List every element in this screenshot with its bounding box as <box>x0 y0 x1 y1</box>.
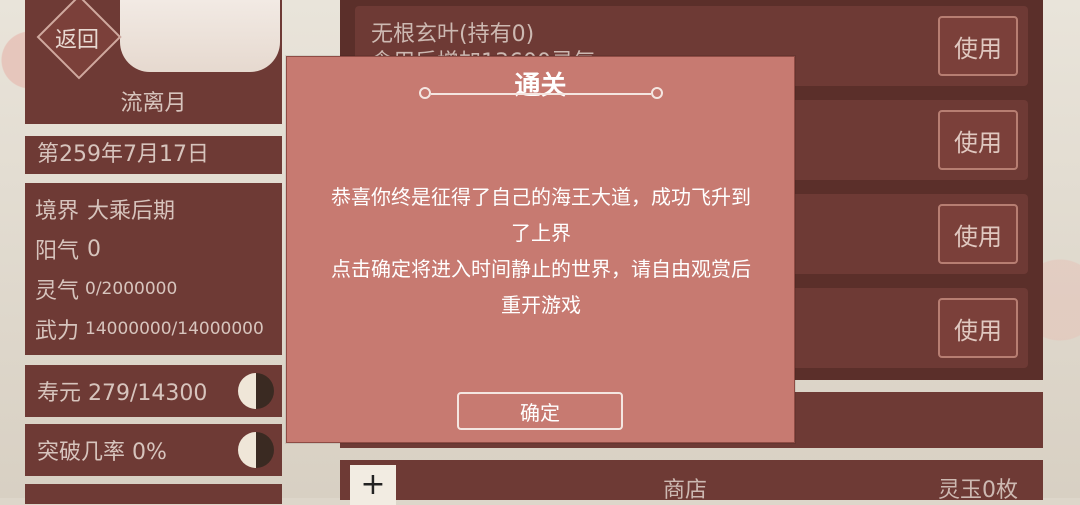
dialog-line: 恭喜你终是征得了自己的海王大道，成功飞升到了上界 <box>331 185 751 245</box>
ornament-divider-icon <box>419 87 663 99</box>
confirm-button[interactable]: 确定 <box>457 392 623 430</box>
dialog-line: 点击确定将进入时间静止的世界，请自由观赏后重开游戏 <box>331 257 751 317</box>
clear-dialog: 通关 恭喜你终是征得了自己的海王大道，成功飞升到了上界 点击确定将进入时间静止的… <box>286 56 795 443</box>
dialog-message: 恭喜你终是征得了自己的海王大道，成功飞升到了上界 点击确定将进入时间静止的世界，… <box>323 179 759 323</box>
